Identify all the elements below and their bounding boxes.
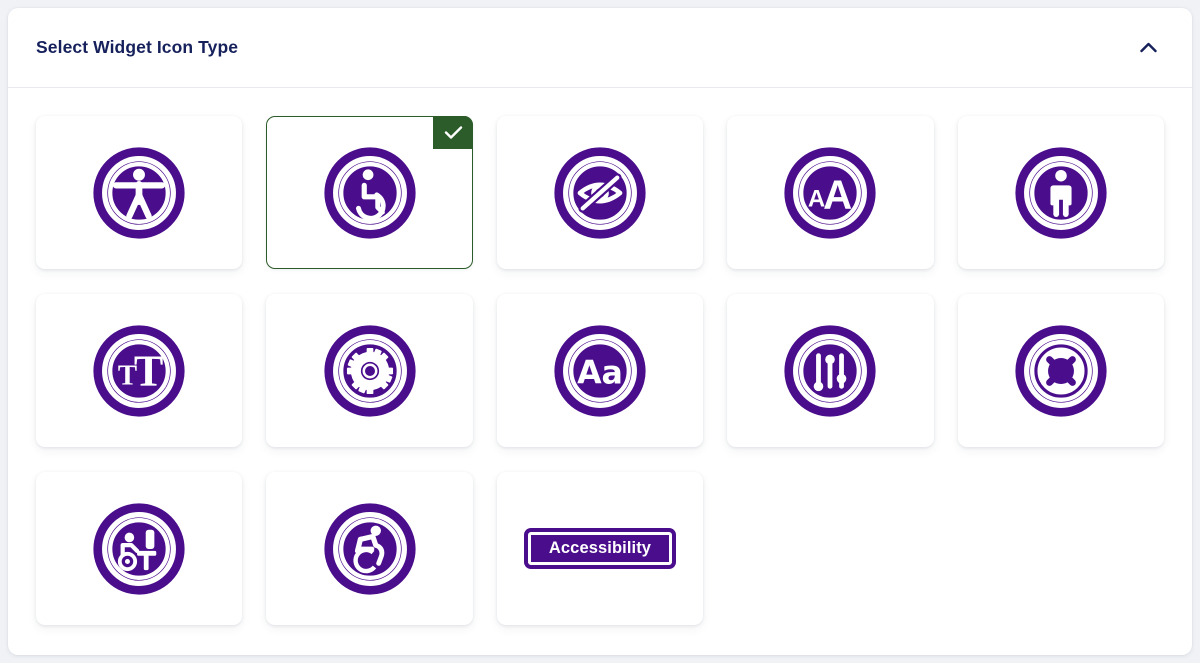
icon-option-eye-off[interactable]: [496, 116, 704, 269]
icon-option-sliders[interactable]: [727, 294, 934, 447]
icon-option-text-resize[interactable]: A A: [727, 116, 934, 269]
widget-icon-type-panel: Select Widget Icon Type A A T T Aa Acces…: [8, 8, 1192, 655]
panel-header: Select Widget Icon Type: [8, 8, 1192, 88]
wheelchair-icon: [322, 145, 418, 241]
sliders-icon: [782, 323, 878, 419]
text-size-t-icon: T T: [91, 323, 187, 419]
icon-option-settings-gear[interactable]: [266, 294, 473, 447]
accessibility-person-icon: [91, 145, 187, 241]
svg-text:Aa: Aa: [577, 355, 623, 391]
check-icon: [444, 125, 463, 140]
accessible-dynamic-icon: [322, 501, 418, 597]
icon-option-grid: A A T T Aa Accessibility: [8, 88, 1192, 625]
collapse-panel-button[interactable]: [1134, 34, 1162, 62]
gear-icon: [322, 323, 418, 419]
standing-person-icon: [1013, 145, 1109, 241]
icon-option-standing-person[interactable]: [957, 116, 1164, 269]
svg-text:T: T: [134, 346, 163, 395]
icon-option-text-size[interactable]: T T: [36, 294, 243, 447]
accessibility-label-icon: Accessibility: [523, 527, 677, 570]
icon-option-wheelchair[interactable]: [266, 115, 474, 269]
icon-option-accessible-dynamic[interactable]: [266, 472, 473, 625]
life-ring-icon: [1013, 323, 1109, 419]
accessibility-label-text: Accessibility: [548, 538, 652, 557]
eye-off-icon: [552, 145, 648, 241]
text-resize-a-icon: A A: [782, 145, 878, 241]
svg-text:A: A: [824, 171, 853, 217]
icon-option-accessibility-person[interactable]: [36, 116, 243, 269]
icon-option-font-aa[interactable]: Aa: [496, 294, 704, 447]
icon-option-wheelchair-desk[interactable]: [36, 472, 243, 625]
accessibility-label-inner: Accessibility: [527, 531, 673, 566]
page-title: Select Widget Icon Type: [36, 37, 239, 57]
font-aa-icon: Aa: [552, 323, 648, 419]
selected-check-badge: [433, 115, 474, 149]
wheelchair-desk-icon: [91, 501, 187, 597]
chevron-up-icon: [1139, 42, 1157, 53]
icon-option-accessibility-label[interactable]: Accessibility: [496, 472, 704, 625]
icon-option-life-ring[interactable]: [957, 294, 1164, 447]
